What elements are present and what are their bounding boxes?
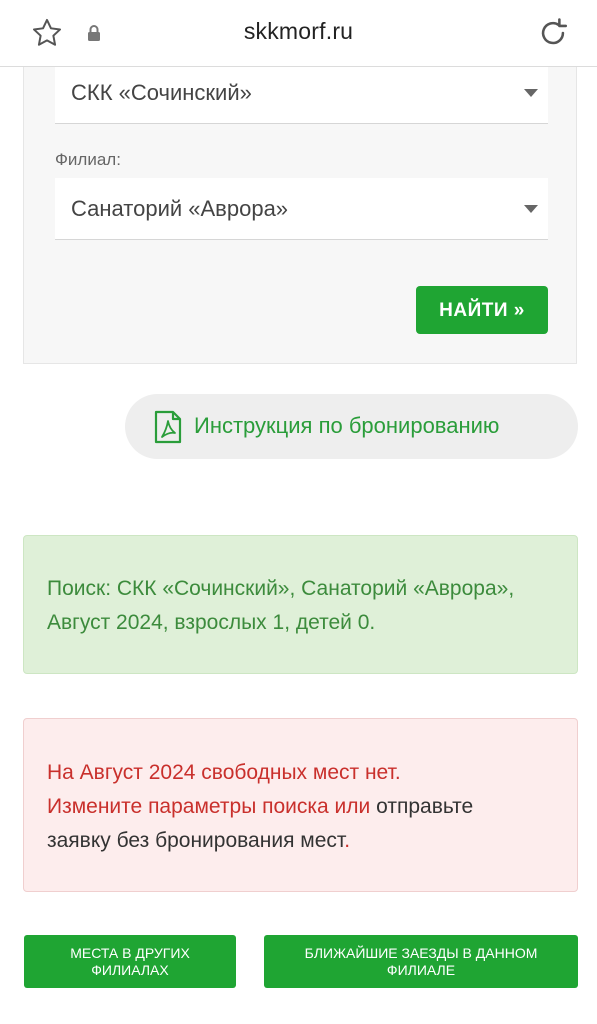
- search-form: СКК «Сочинский» Филиал: Санаторий «Аврор…: [23, 62, 577, 364]
- send-request-link-end[interactable]: заявку без бронирования мест: [47, 829, 344, 852]
- nearest-arrivals-button[interactable]: БЛИЖАЙШИЕ ЗАЕЗДЫ В ДАННОМ ФИЛИАЛЕ: [264, 935, 578, 988]
- complex-select[interactable]: СКК «Сочинский»: [55, 62, 548, 124]
- search-summary-text: Поиск: СКК «Сочинский», Санаторий «Аврор…: [47, 577, 515, 634]
- change-params-link[interactable]: Измените параметры поиска или: [47, 795, 370, 818]
- booking-instruction-button[interactable]: Инструкция по бронированию: [125, 394, 578, 459]
- period: .: [344, 829, 351, 852]
- branch-label: Филиал:: [55, 150, 121, 169]
- no-places-message: На Август 2024 свободных мест нет.: [47, 761, 401, 784]
- other-branches-label: МЕСТА В ДРУГИХ ФИЛИАЛАХ: [70, 944, 190, 978]
- search-summary-alert: Поиск: СКК «Сочинский», Санаторий «Аврор…: [23, 535, 578, 674]
- complex-select-value: СКК «Сочинский»: [71, 80, 252, 105]
- booking-instruction-label: Инструкция по бронированию: [194, 413, 500, 438]
- reload-icon[interactable]: [536, 16, 570, 50]
- send-request-link-start[interactable]: отправьте: [376, 795, 473, 818]
- browser-address-bar: skkmorf.ru: [0, 0, 597, 67]
- branch-select[interactable]: Санаторий «Аврора»: [55, 178, 548, 240]
- chevron-down-icon: [524, 205, 538, 213]
- branch-select-value: Санаторий «Аврора»: [71, 196, 289, 221]
- find-button[interactable]: НАЙТИ »: [416, 286, 548, 334]
- other-branches-button[interactable]: МЕСТА В ДРУГИХ ФИЛИАЛАХ: [24, 935, 236, 988]
- nearest-arrivals-label: БЛИЖАЙШИЕ ЗАЕЗДЫ В ДАННОМ ФИЛИАЛЕ: [304, 944, 538, 978]
- pdf-icon: [154, 410, 182, 444]
- url-text[interactable]: skkmorf.ru: [0, 18, 597, 45]
- chevron-down-icon: [524, 89, 538, 97]
- no-places-alert: На Август 2024 свободных мест нет. Измен…: [23, 718, 578, 892]
